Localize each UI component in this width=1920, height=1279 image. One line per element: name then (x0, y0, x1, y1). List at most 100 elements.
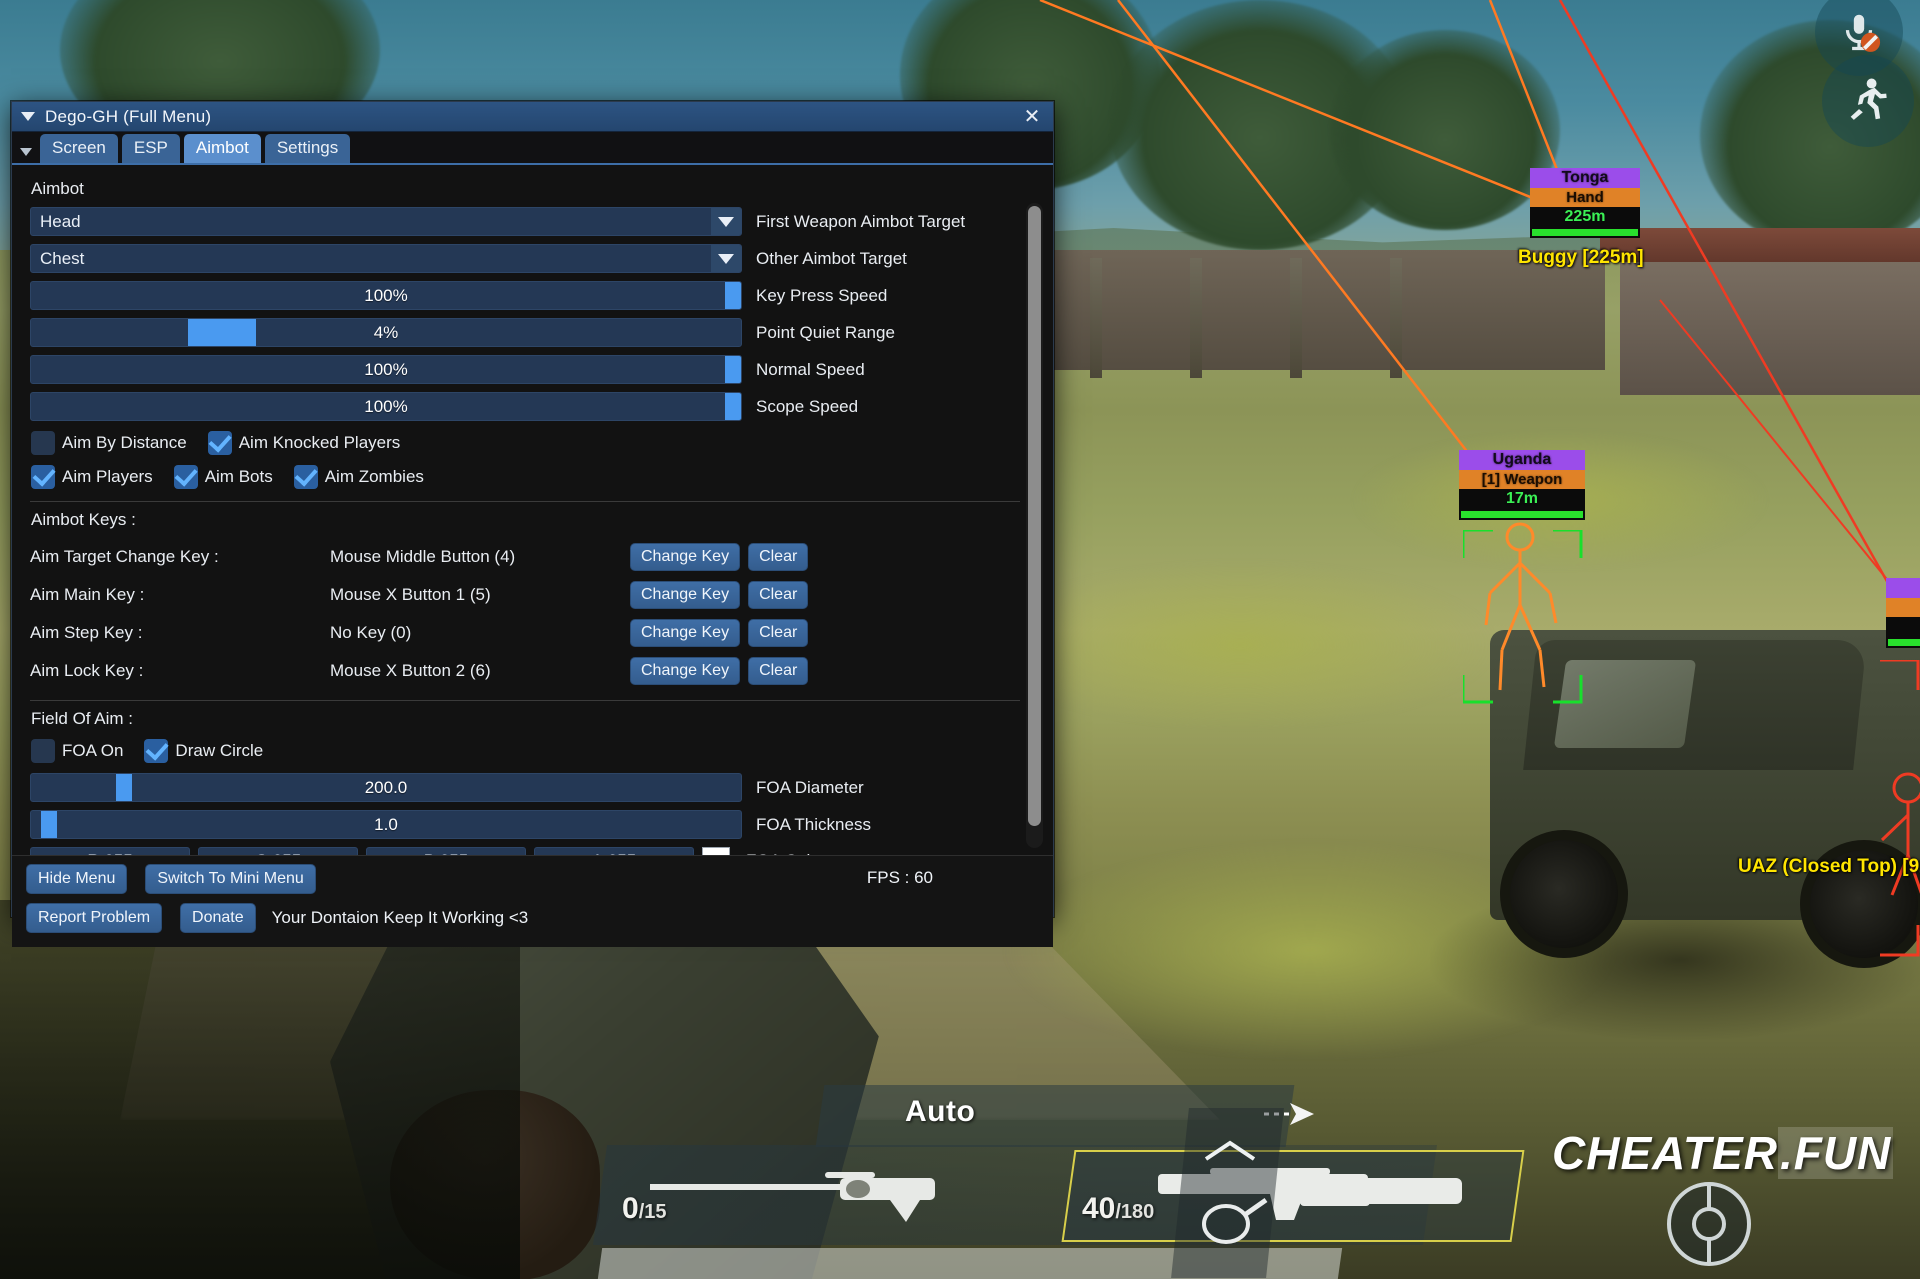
foa-diameter-value: 200.0 (364, 778, 408, 797)
menu-footer: Hide Menu Switch To Mini Menu Report Pro… (12, 855, 1053, 947)
tree (1330, 30, 1560, 230)
scope-speed-slider[interactable]: 100% (30, 392, 742, 421)
building-roof (1600, 228, 1920, 262)
tab-screen[interactable]: Screen (40, 134, 118, 163)
tab-settings[interactable]: Settings (264, 134, 351, 163)
ammo-current: 40 (1082, 1192, 1116, 1225)
clear-key-button[interactable]: Clear (748, 619, 809, 647)
checkbox-aim-bots[interactable]: Aim Bots (173, 465, 273, 489)
point-quiet-range-row: 4% Point Quiet Range (30, 318, 1041, 347)
key-press-speed-value: 100% (364, 286, 408, 305)
chevron-down-icon[interactable] (711, 245, 741, 272)
other-target-label: Other Aimbot Target (756, 248, 907, 268)
tab-aimbot[interactable]: Aimbot (183, 134, 261, 163)
normal-speed-value: 100% (364, 360, 408, 379)
checkbox-box[interactable] (207, 431, 232, 455)
site-watermark: CHEATER.FUN (1552, 1126, 1894, 1180)
chevron-down-icon[interactable] (711, 208, 741, 235)
checkbox-aim-players[interactable]: Aim Players (31, 465, 153, 489)
aimbot-keys-title: Aimbot Keys : (31, 510, 136, 529)
foa-thickness-slider[interactable]: 1.0 (30, 810, 742, 839)
esp-player-name: Tonga (1530, 168, 1640, 188)
point-quiet-range-label: Point Quiet Range (756, 322, 895, 342)
divider (30, 700, 1020, 701)
weapon-slot-1-ammo: 0/15 (622, 1192, 667, 1226)
normal-speed-slider[interactable]: 100% (30, 355, 742, 384)
cheat-menu-window[interactable]: Dego-GH (Full Menu) ✕ Screen ESP Aimbot … (11, 101, 1054, 947)
checkbox-box[interactable] (31, 739, 55, 763)
window-titlebar[interactable]: Dego-GH (Full Menu) ✕ (12, 102, 1053, 132)
close-icon[interactable]: ✕ (1020, 107, 1044, 127)
point-quiet-range-slider[interactable]: 4% (30, 318, 742, 347)
first-weapon-target-dropdown[interactable]: Head (30, 207, 742, 236)
foa-color-r[interactable]: R:255 (30, 847, 190, 855)
esp-player-distance: 17m (1459, 489, 1585, 509)
triangle-down-icon[interactable] (21, 112, 35, 121)
aimbot-panel: Aimbot Head First Weapon Aimbot Target C… (12, 165, 1053, 855)
key-name: Aim Main Key : (30, 585, 145, 604)
foa-diameter-slider[interactable]: 200.0 (30, 773, 742, 802)
uaz-wheel (1500, 830, 1628, 958)
grass-patch (980, 560, 1500, 730)
checkbox-label: Aim Knocked Players (238, 433, 401, 452)
esp-item-label-uaz: UAZ (Closed Top) [9m] (1738, 856, 1920, 877)
foa-color-swatch[interactable] (702, 847, 730, 855)
foa-color-row: R:255 G:255 B:255 A:255 FOA Color (30, 847, 1041, 855)
foa-color-g[interactable]: G:255 (198, 847, 358, 855)
tabbar-collapse-icon[interactable] (20, 148, 32, 156)
esp-nameplate-partial-weapon (1886, 598, 1920, 617)
checkbox-foa-on[interactable]: FOA On (31, 739, 123, 763)
key-value: No Key (0) (330, 623, 412, 642)
report-problem-button[interactable]: Report Problem (26, 903, 163, 933)
foa-color-a[interactable]: A:255 (534, 847, 694, 855)
checkbox-box[interactable] (144, 739, 169, 763)
aim-filter-row-2: Aim Players Aim Bots Aim Zombies (31, 465, 1041, 489)
panel-scrollbar[interactable] (1026, 203, 1043, 848)
change-key-button[interactable]: Change Key (630, 543, 741, 571)
first-weapon-target-value: Head (40, 212, 81, 231)
checkbox-draw-circle[interactable]: Draw Circle (144, 739, 263, 763)
scrollbar-thumb[interactable] (1028, 206, 1041, 826)
hide-menu-button[interactable]: Hide Menu (26, 864, 128, 894)
checkbox-aim-knocked-players[interactable]: Aim Knocked Players (207, 431, 401, 455)
checkbox-aim-zombies[interactable]: Aim Zombies (293, 465, 424, 489)
key-press-speed-slider[interactable]: 100% (30, 281, 742, 310)
checkbox-box[interactable] (293, 465, 318, 489)
aim-filter-row-1: Aim By Distance Aim Knocked Players (31, 431, 1041, 455)
checkbox-aim-by-distance[interactable]: Aim By Distance (31, 431, 187, 455)
fire-mode-label: Auto (905, 1095, 976, 1128)
checkbox-box[interactable] (31, 465, 55, 489)
scope-speed-row: 100% Scope Speed (30, 392, 1041, 421)
switch-to-mini-menu-button[interactable]: Switch To Mini Menu (145, 864, 316, 894)
esp-box-uganda (1463, 530, 1583, 704)
checkbox-box[interactable] (173, 465, 198, 489)
normal-speed-label: Normal Speed (756, 359, 865, 379)
esp-nameplate-tonga: Tonga Hand 225m (1530, 168, 1640, 238)
foa-thickness-label: FOA Thickness (756, 814, 871, 834)
point-quiet-range-value: 4% (373, 323, 399, 342)
donate-button[interactable]: Donate (180, 903, 256, 933)
checkbox-box[interactable] (31, 431, 55, 455)
foa-color-b[interactable]: B:255 (366, 847, 526, 855)
weapon-slot-2-ammo: 40/180 (1082, 1192, 1154, 1226)
grenade-wheel-icon[interactable] (1660, 1175, 1758, 1273)
change-key-button[interactable]: Change Key (630, 581, 741, 609)
key-name: Aim Step Key : (30, 623, 143, 642)
change-key-button[interactable]: Change Key (630, 657, 741, 685)
clear-key-button[interactable]: Clear (748, 543, 809, 571)
tab-esp[interactable]: ESP (121, 134, 180, 163)
esp-nameplate-partial-dist (1886, 617, 1920, 637)
tab-bar[interactable]: Screen ESP Aimbot Settings (12, 132, 1053, 165)
clear-key-button[interactable]: Clear (748, 581, 809, 609)
chevron-up-icon[interactable] (1200, 1135, 1260, 1169)
other-target-value: Chest (40, 249, 85, 268)
esp-item-label-buggy: Buggy [225m] (1518, 247, 1644, 268)
frying-pan-icon[interactable] (1198, 1190, 1268, 1256)
key-value: Mouse X Button 2 (6) (330, 661, 491, 680)
esp-nameplate-partial (1886, 578, 1920, 648)
key-value: Mouse Middle Button (4) (330, 547, 516, 566)
other-target-dropdown[interactable]: Chest (30, 244, 742, 273)
change-key-button[interactable]: Change Key (630, 619, 741, 647)
sprint-icon[interactable] (1822, 55, 1914, 147)
clear-key-button[interactable]: Clear (748, 657, 809, 685)
